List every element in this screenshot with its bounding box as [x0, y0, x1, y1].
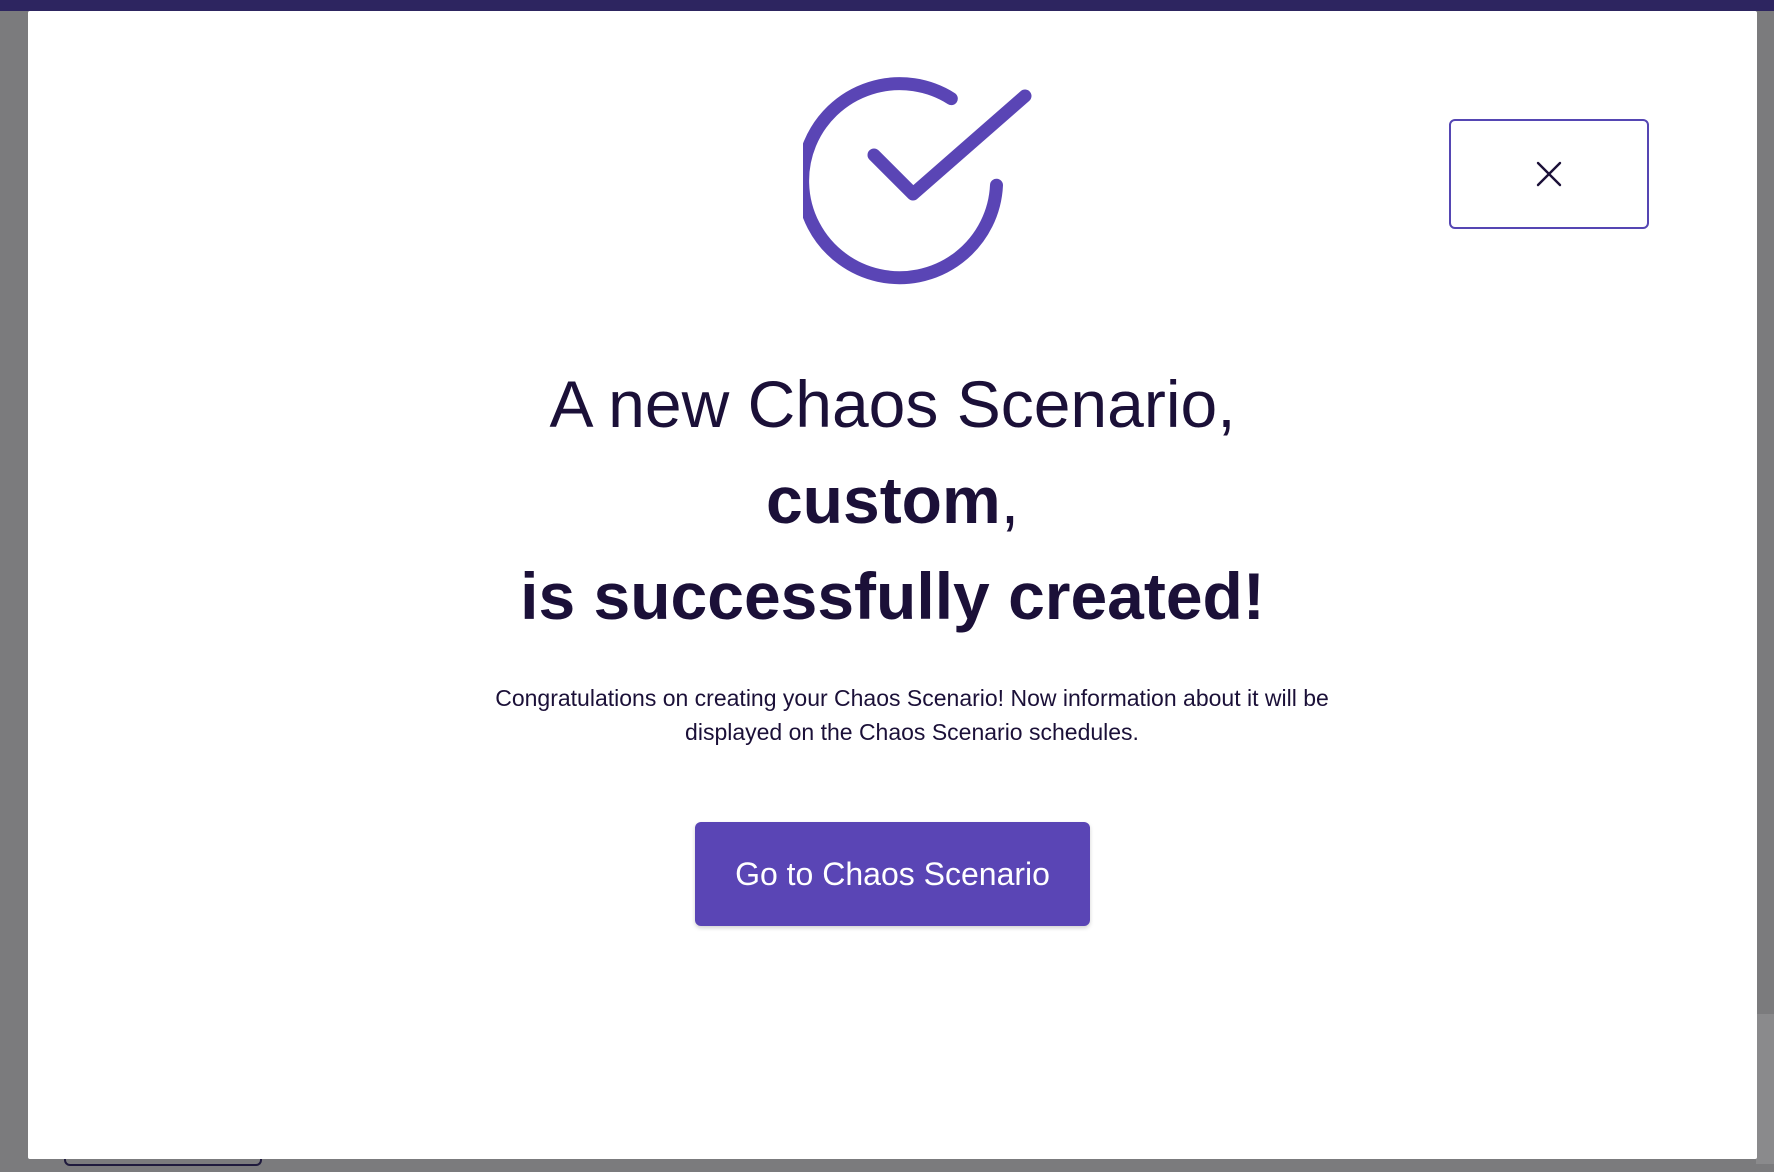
- success-modal: A new Chaos Scenario, custom, is success…: [28, 11, 1757, 1159]
- go-to-chaos-scenario-button[interactable]: Go to Chaos Scenario: [695, 822, 1090, 926]
- close-icon: [1536, 161, 1562, 187]
- close-button[interactable]: [1449, 119, 1649, 229]
- headline-comma: ,: [1000, 463, 1020, 537]
- headline-scenario-line: custom,: [28, 452, 1757, 548]
- scenario-name: custom: [765, 463, 1001, 537]
- background-panel: [1756, 1014, 1774, 1164]
- check-circle-icon: [803, 77, 1032, 285]
- headline-intro: A new Chaos Scenario,: [549, 367, 1236, 441]
- success-description: Congratulations on creating your Chaos S…: [495, 685, 1329, 745]
- headline-status: is successfully created!: [520, 559, 1265, 633]
- success-headline: A new Chaos Scenario, custom, is success…: [28, 356, 1757, 644]
- app-top-bar: [0, 0, 1774, 11]
